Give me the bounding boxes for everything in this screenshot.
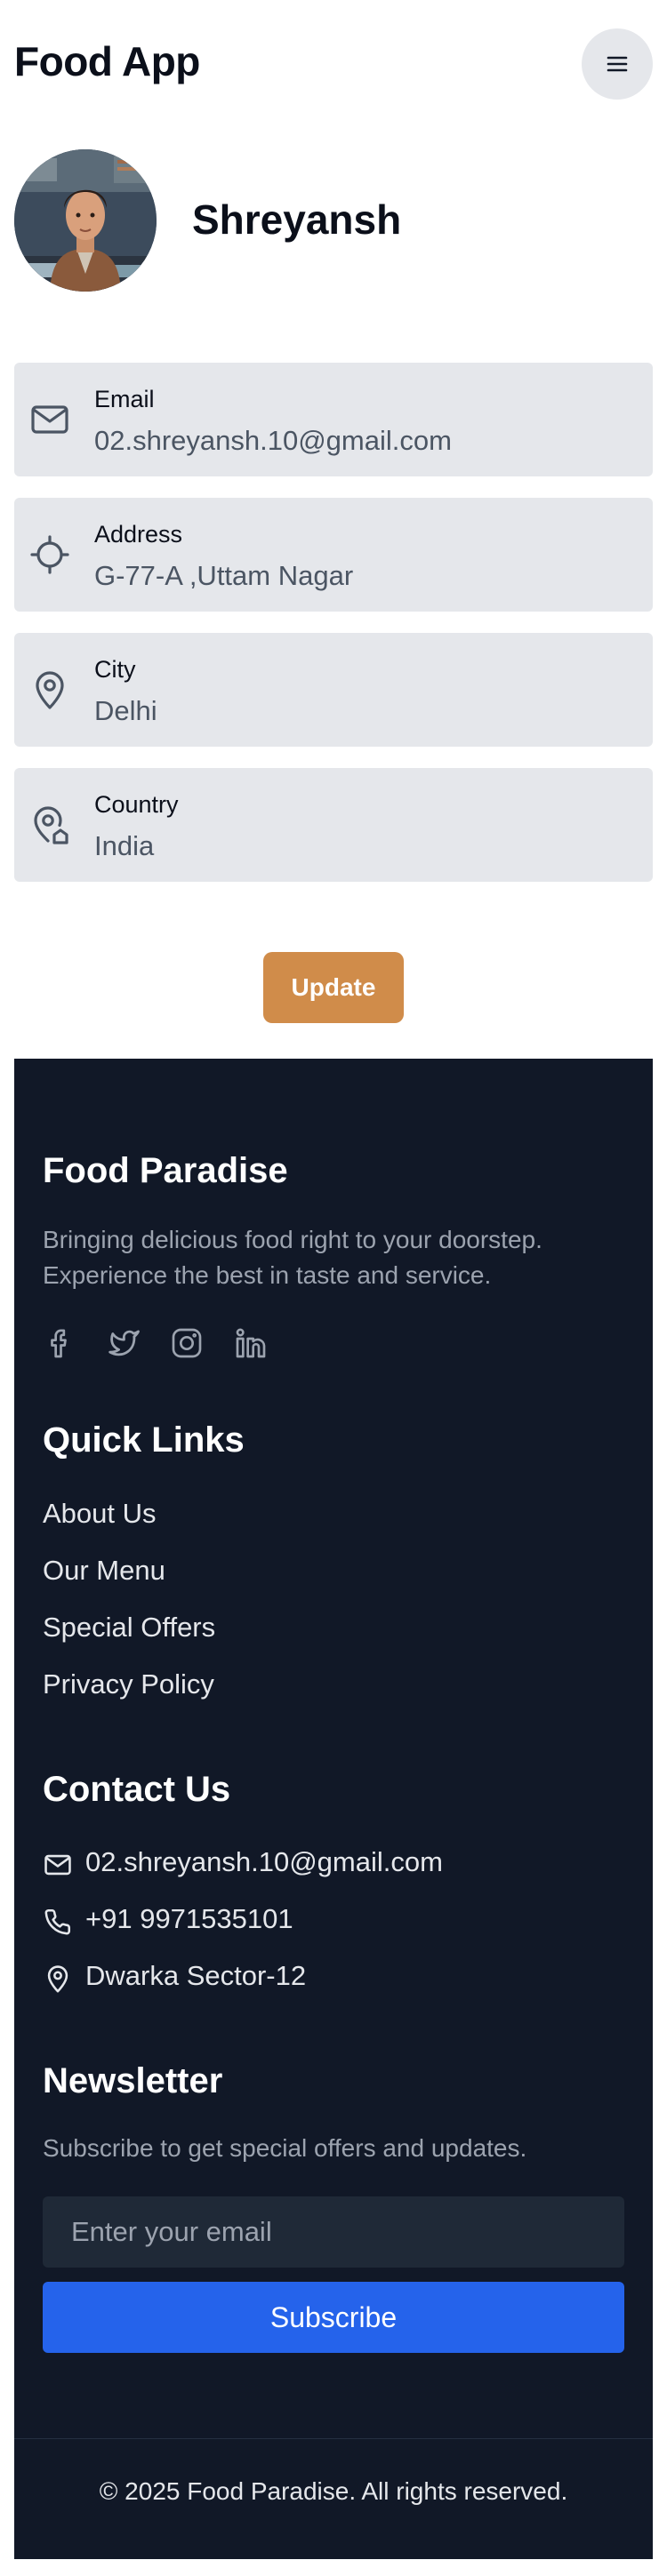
footer-brand-description: Bringing delicious food right to your do… [43, 1226, 542, 1289]
app-title: Food App [14, 38, 200, 84]
footer-brand-title: Food Paradise [43, 1151, 288, 1190]
instagram-link[interactable] [164, 1320, 210, 1366]
contact-phone-row[interactable]: +91 9971535101 [43, 1903, 576, 1939]
hamburger-menu-icon [607, 56, 628, 72]
site-footer: Food Paradise Bringing delicious food ri… [14, 1059, 653, 2559]
city-card: City Delhi [14, 633, 653, 747]
contact-email-row[interactable]: 02.shreyansh.10@gmail.com [43, 1846, 576, 1882]
menu-button[interactable] [582, 28, 653, 100]
footer-divider [14, 2438, 653, 2439]
copyright-text: © 2025 Food Paradise. All rights reserve… [99, 2477, 568, 2505]
email-value: 02.shreyansh.10@gmail.com [94, 425, 452, 456]
contact-title: Contact Us [43, 1770, 231, 1809]
linkedin-link[interactable] [228, 1320, 274, 1366]
avatar[interactable] [14, 149, 157, 292]
crosshair-icon [30, 535, 69, 574]
country-label: Country [94, 791, 179, 818]
mail-icon [44, 1854, 71, 1876]
facebook-icon [51, 1329, 67, 1358]
contact-email: 02.shreyansh.10@gmail.com [85, 1846, 443, 1877]
twitter-link[interactable] [100, 1320, 146, 1366]
profile-section: Shreyansh [14, 149, 653, 293]
link-special-offers[interactable]: Special Offers [43, 1612, 215, 1644]
map-pin-icon [36, 671, 64, 709]
email-card: Email 02.shreyansh.10@gmail.com [14, 363, 653, 476]
phone-icon [44, 1908, 71, 1935]
user-avatar-illustration [14, 149, 157, 292]
twitter-icon [108, 1330, 140, 1356]
mail-icon [31, 405, 68, 434]
country-card: Country India [14, 768, 653, 882]
city-value: Delhi [94, 695, 157, 726]
subscribe-button[interactable]: Subscribe [43, 2282, 624, 2353]
instagram-icon [172, 1328, 202, 1358]
update-button[interactable]: Update [263, 952, 404, 1023]
newsletter-email-input[interactable] [43, 2196, 624, 2268]
address-value: G-77-A ,Uttam Nagar [94, 560, 354, 591]
quick-links-title: Quick Links [43, 1420, 245, 1460]
newsletter-title: Newsletter [43, 2061, 223, 2100]
address-label: Address [94, 521, 183, 548]
country-value: India [94, 830, 155, 861]
city-label: City [94, 656, 136, 683]
contact-phone: +91 9971535101 [85, 1903, 293, 1934]
map-pin-icon [47, 1965, 68, 1993]
linkedin-icon [236, 1328, 266, 1358]
contact-address: Dwarka Sector-12 [85, 1960, 307, 1991]
address-card: Address G-77-A ,Uttam Nagar [14, 498, 653, 612]
email-label: Email [94, 386, 155, 412]
link-our-menu[interactable]: Our Menu [43, 1555, 165, 1587]
newsletter-description: Subscribe to get special offers and upda… [43, 2134, 527, 2162]
profile-name: Shreyansh [192, 196, 402, 243]
link-privacy-policy[interactable]: Privacy Policy [43, 1668, 214, 1700]
contact-address-row: Dwarka Sector-12 [43, 1960, 576, 1996]
link-about-us[interactable]: About Us [43, 1498, 157, 1530]
app-header: Food App [14, 28, 653, 103]
map-pin-house-icon [34, 806, 68, 844]
facebook-link[interactable] [36, 1320, 82, 1366]
